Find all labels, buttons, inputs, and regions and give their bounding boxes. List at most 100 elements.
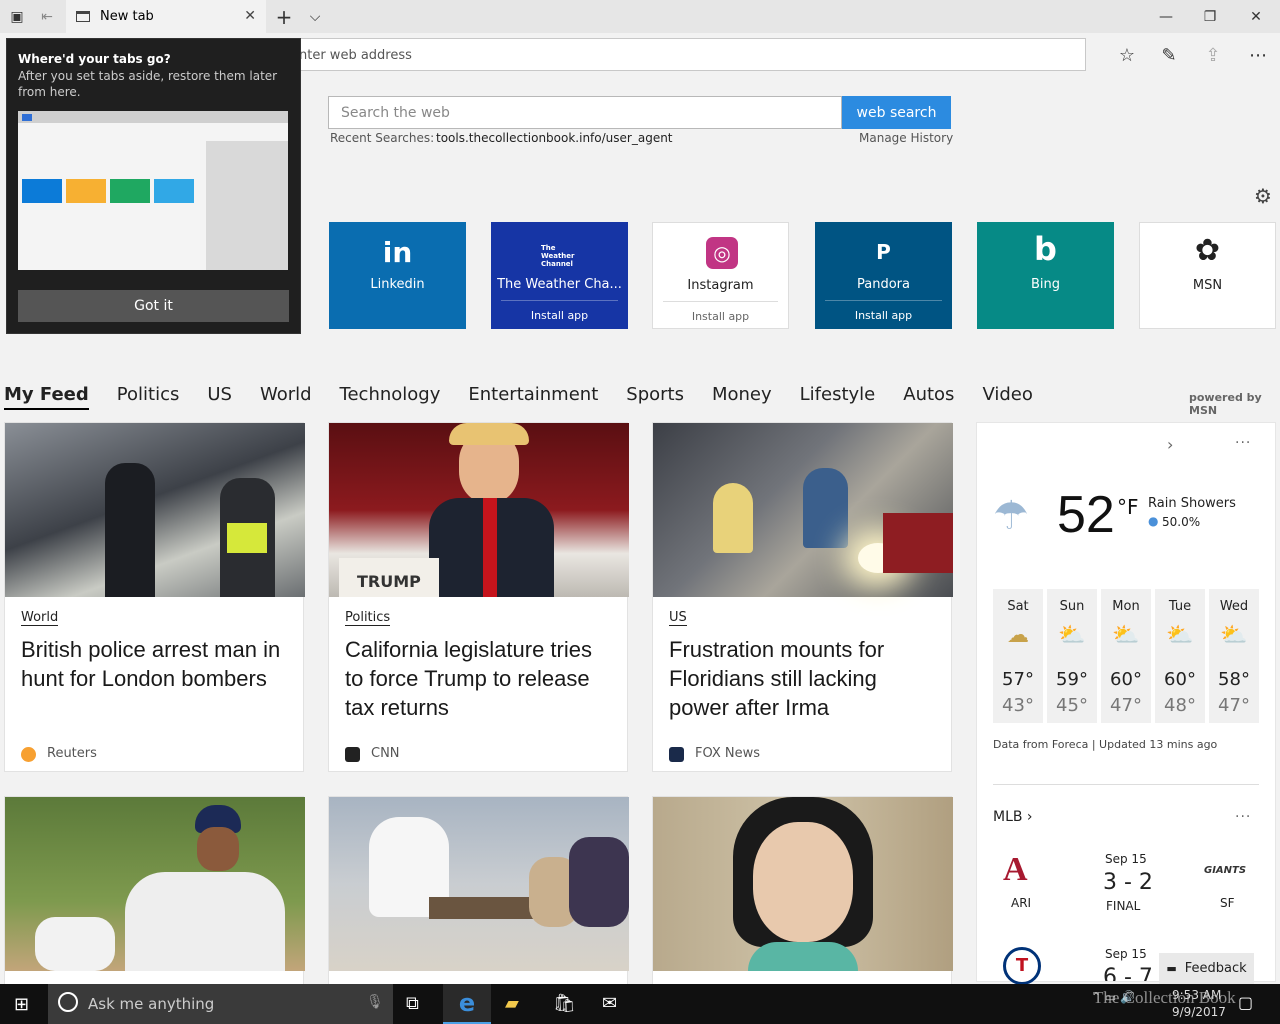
tab-video[interactable]: Video <box>982 384 1032 410</box>
tile-bing[interactable]: b Bing <box>977 222 1114 329</box>
feedback-button[interactable]: ▬ Feedback <box>1159 953 1254 984</box>
mlb-title[interactable]: MLB › <box>993 809 1033 825</box>
tab-us[interactable]: US <box>207 384 232 410</box>
news-card[interactable] <box>4 796 305 984</box>
recent-search-link[interactable]: tools.thecollectionbook.info/user_agent <box>436 131 673 145</box>
day-low: 48° <box>1164 695 1196 716</box>
cortana-search[interactable]: Ask me anything 🎙 <box>48 984 393 1024</box>
manage-history-link[interactable]: Manage History <box>859 131 953 145</box>
address-input[interactable]: nter web address <box>292 38 1086 71</box>
edge-icon[interactable]: e <box>443 984 491 1024</box>
set-tabs-aside-icon[interactable]: ⇤ <box>34 0 60 33</box>
install-app-link[interactable]: Install app <box>815 309 952 322</box>
more-options-icon[interactable]: ··· <box>1235 435 1251 451</box>
tab-list-chevron-icon[interactable]: ⌵ <box>303 0 327 33</box>
day-low: 45° <box>1056 695 1088 716</box>
rain-showers-icon: ☁ <box>1007 623 1029 648</box>
news-card[interactable]: TRUMP Politics California legislature tr… <box>328 422 629 772</box>
mail-icon[interactable]: ✉ <box>602 993 617 1014</box>
tile-linkedin[interactable]: in Linkedin <box>329 222 466 329</box>
bing-icon: b <box>1034 230 1057 268</box>
more-menu-icon[interactable]: ⋯ <box>1246 44 1270 66</box>
article-headline[interactable]: California legislature tries to force Tr… <box>345 635 615 722</box>
weather-channel-icon: The Weather Channel <box>541 244 575 268</box>
task-view-icon[interactable]: ⧉ <box>406 993 419 1014</box>
tab-my-feed[interactable]: My Feed <box>4 384 89 410</box>
tile-label: Instagram <box>687 278 754 293</box>
feedback-icon: ▬ <box>1166 962 1177 975</box>
tab-politics[interactable]: Politics <box>117 384 180 410</box>
watermark-logo: The Collection Book <box>1093 988 1236 1007</box>
forecast-day[interactable]: Sat ☁ 57° 43° <box>993 589 1043 723</box>
window-close-button[interactable]: ✕ <box>1236 0 1276 33</box>
action-center-icon[interactable]: ▢ <box>1238 993 1253 1012</box>
cnn-icon <box>345 747 360 762</box>
partly-cloudy-icon: ⛅ <box>1220 623 1248 648</box>
current-temperature: 52 <box>1057 486 1115 544</box>
tab-world[interactable]: World <box>260 384 312 410</box>
tabs-aside-icon[interactable]: ▣ <box>4 0 30 33</box>
install-app-link[interactable]: Install app <box>653 310 788 323</box>
favorites-star-icon[interactable]: ☆ <box>1115 44 1139 66</box>
tab-autos[interactable]: Autos <box>903 384 954 410</box>
tab-money[interactable]: Money <box>712 384 772 410</box>
news-card[interactable]: World British police arrest man in hunt … <box>4 422 305 772</box>
diamondbacks-logo-icon: A <box>1003 851 1028 888</box>
news-card[interactable] <box>652 796 953 984</box>
team-name: ARI <box>1011 896 1032 910</box>
more-options-icon[interactable]: ··· <box>1235 809 1251 825</box>
tile-weather-channel[interactable]: The Weather Channel The Weather Cha... I… <box>491 222 628 329</box>
store-icon[interactable]: 🛍 <box>553 993 576 1014</box>
article-headline[interactable]: British police arrest man in hunt for Lo… <box>21 635 291 693</box>
tab-close-icon[interactable]: ✕ <box>244 8 256 24</box>
game-date: Sep 15 <box>1105 947 1147 961</box>
feed-nav: My Feed Politics US World Technology Ent… <box>4 384 1061 410</box>
team-name: SF <box>1220 896 1235 910</box>
tab-entertainment[interactable]: Entertainment <box>468 384 598 410</box>
tab-lifestyle[interactable]: Lifestyle <box>800 384 876 410</box>
next-chevron-icon[interactable]: › <box>1167 435 1173 454</box>
raindrop-icon: ● <box>1148 514 1159 528</box>
temperature-unit[interactable]: °F <box>1117 495 1139 519</box>
forecast-day[interactable]: Wed ⛅ 58° 47° <box>1209 589 1259 723</box>
gear-icon[interactable]: ⚙ <box>1254 184 1272 208</box>
tile-pandora[interactable]: P Pandora Install app <box>815 222 952 329</box>
tile-instagram[interactable]: ◎ Instagram Install app <box>652 222 789 329</box>
day-name: Sun <box>1059 599 1085 614</box>
tile-divider <box>825 300 942 301</box>
windows-start-icon[interactable]: ⊞ <box>14 994 29 1015</box>
search-input[interactable]: Search the web <box>328 96 842 129</box>
article-category[interactable]: Politics <box>345 610 391 626</box>
tile-divider <box>501 300 618 301</box>
tab-new-tab[interactable]: New tab ✕ <box>66 0 266 33</box>
tile-msn[interactable]: ✿ MSN <box>1139 222 1276 329</box>
article-headline[interactable]: Frustration mounts for Floridians still … <box>669 635 939 722</box>
feedback-label: Feedback <box>1184 961 1247 976</box>
tile-label: Bing <box>1030 277 1061 292</box>
article-category[interactable]: World <box>21 610 59 626</box>
minimize-button[interactable]: — <box>1146 0 1186 33</box>
article-category[interactable]: US <box>669 610 687 626</box>
forecast-day[interactable]: Mon ⛅ 60° 47° <box>1101 589 1151 723</box>
tab-technology[interactable]: Technology <box>340 384 441 410</box>
microphone-icon[interactable]: 🎙 <box>366 994 384 1010</box>
new-tab-button[interactable]: + <box>272 0 296 33</box>
weather-footer: Data from Foreca | Updated 13 mins ago <box>993 738 1218 751</box>
article-image <box>653 423 953 597</box>
web-search-button[interactable]: web search <box>842 96 951 129</box>
game-status: FINAL <box>1106 899 1141 913</box>
restore-button[interactable]: ❐ <box>1190 0 1230 33</box>
forecast-day[interactable]: Tue ⛅ 60° 48° <box>1155 589 1205 723</box>
article-image <box>5 423 305 597</box>
news-card[interactable] <box>328 796 629 984</box>
reuters-icon <box>21 747 36 762</box>
news-card[interactable]: US Frustration mounts for Floridians sti… <box>652 422 953 772</box>
got-it-button[interactable]: Got it <box>18 290 289 322</box>
share-icon[interactable]: ⇪ <box>1201 44 1225 66</box>
file-explorer-icon[interactable]: ▰ <box>505 993 519 1014</box>
tab-sports[interactable]: Sports <box>626 384 684 410</box>
web-note-pen-icon[interactable]: ✎ <box>1157 44 1181 66</box>
install-app-link[interactable]: Install app <box>491 309 628 322</box>
forecast-day[interactable]: Sun ⛅ 59° 45° <box>1047 589 1097 723</box>
giants-logo-icon: GIANTS <box>1204 865 1247 876</box>
